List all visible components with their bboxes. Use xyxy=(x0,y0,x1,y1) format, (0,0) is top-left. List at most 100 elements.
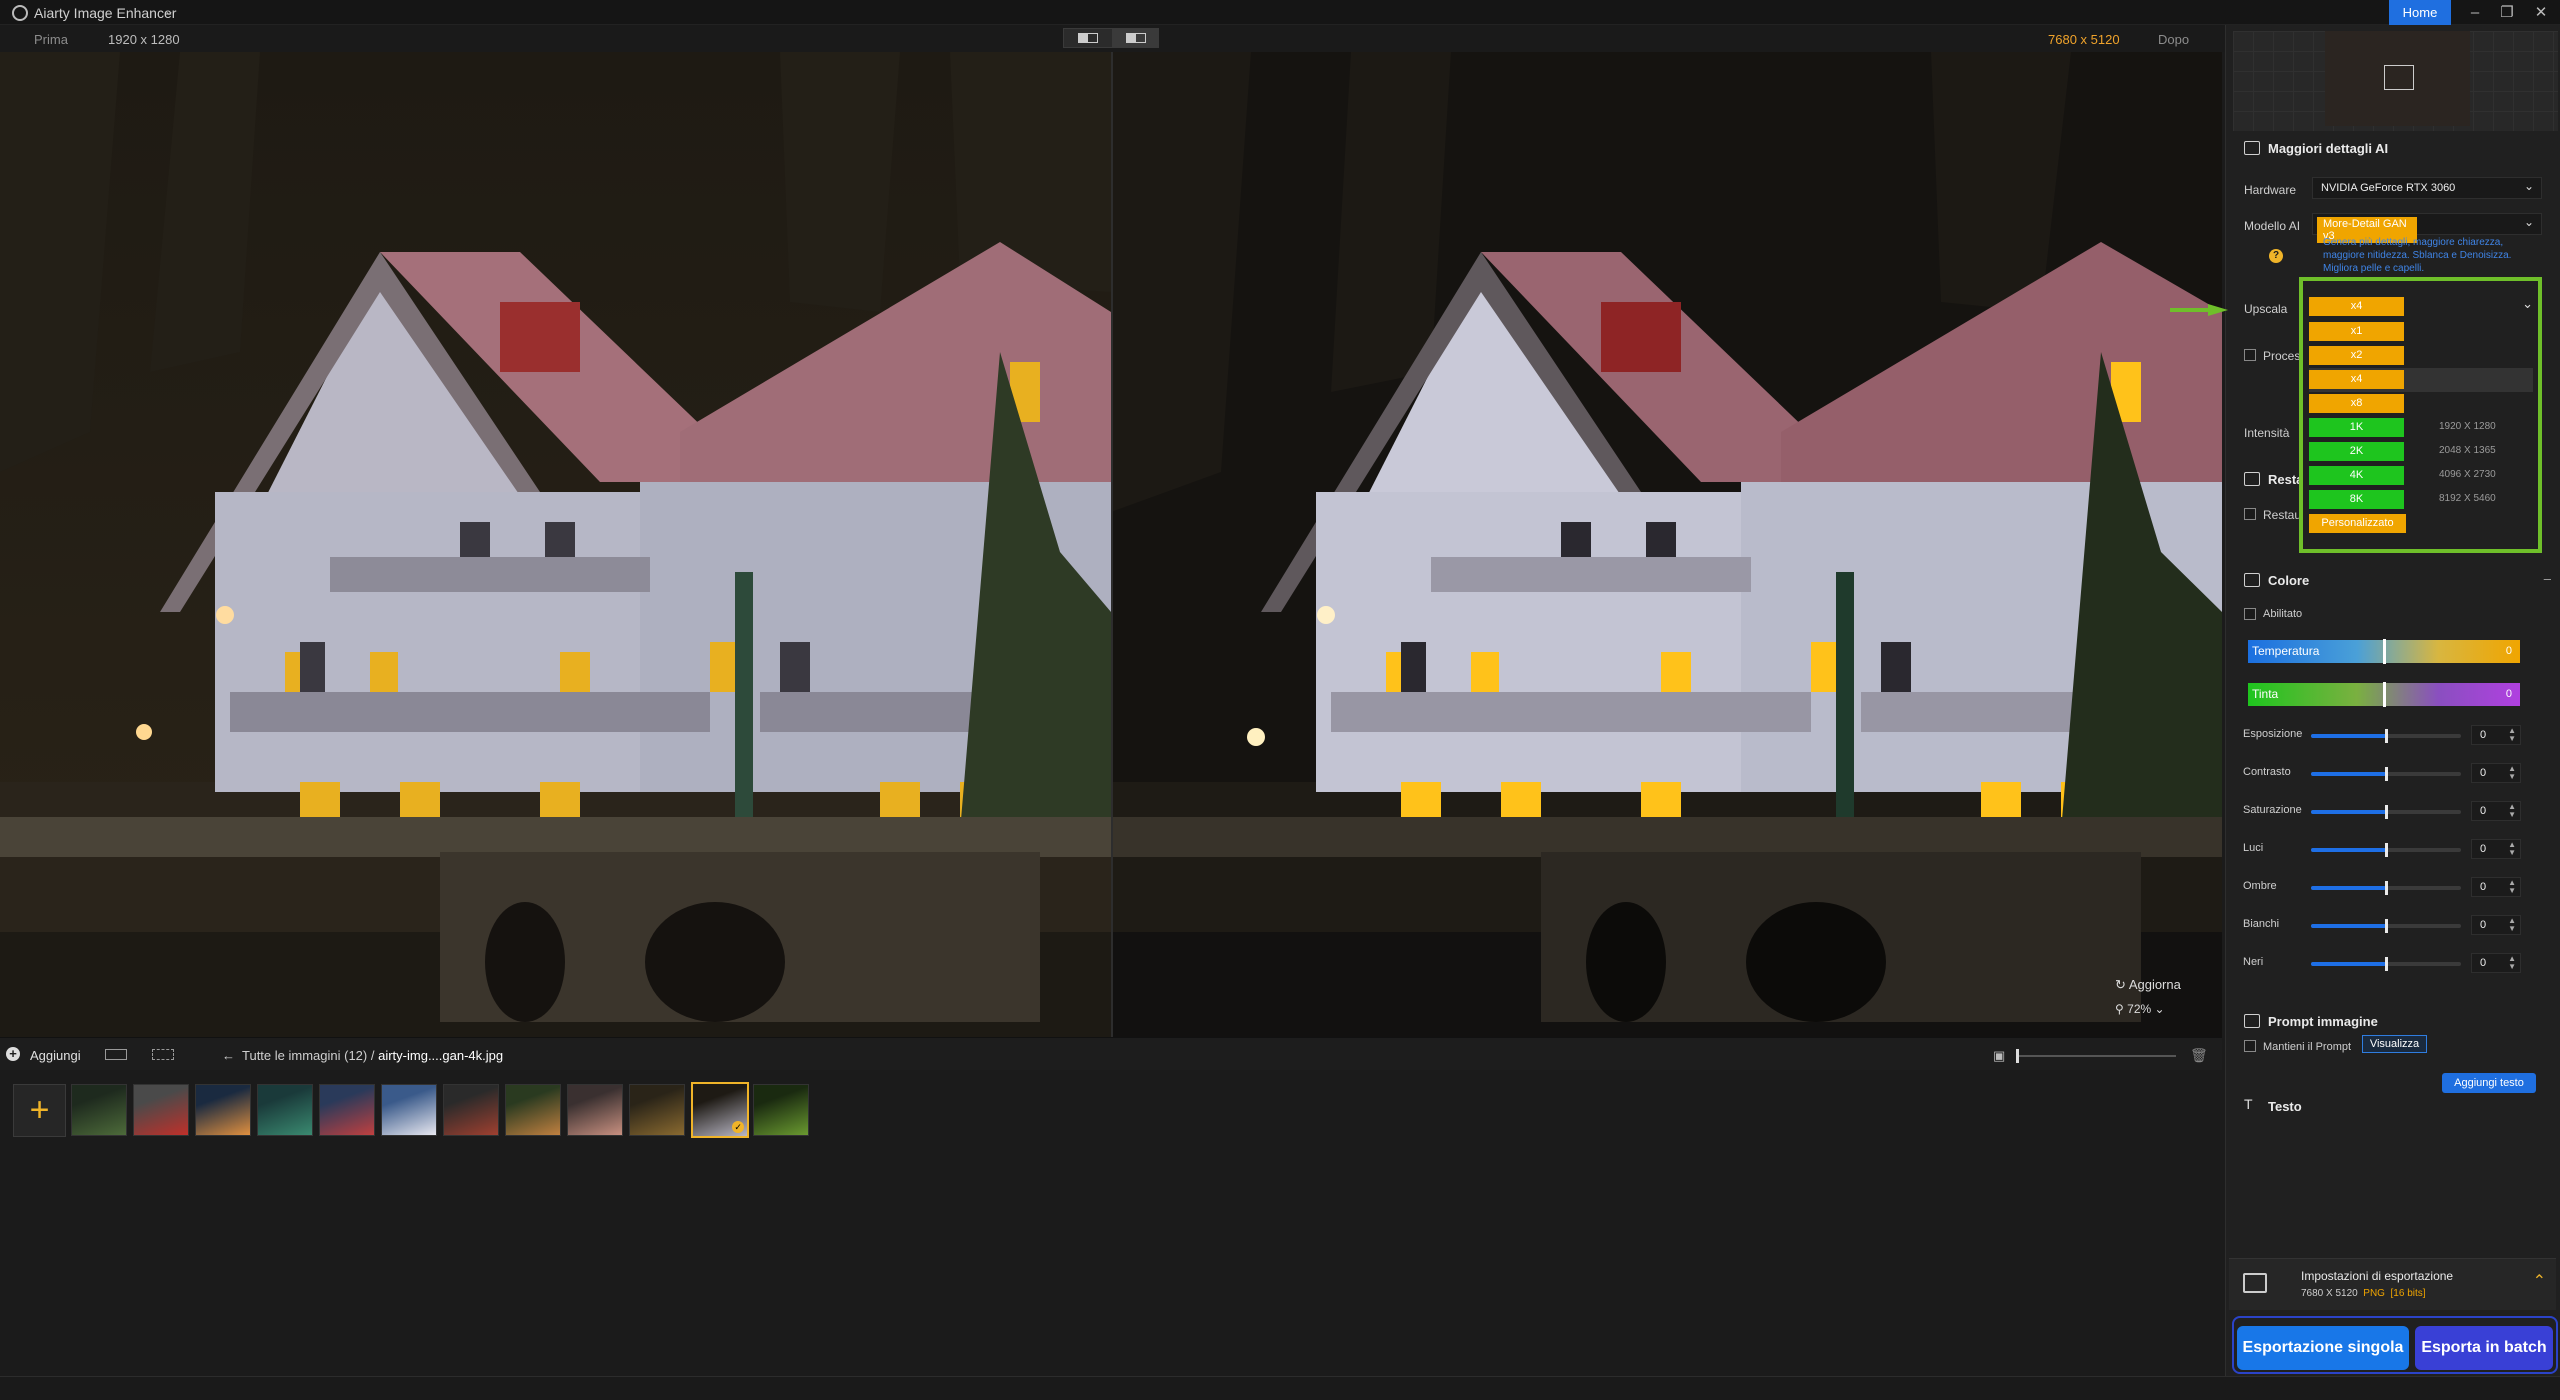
image-thumbnail[interactable] xyxy=(443,1084,500,1136)
image-thumbnail[interactable] xyxy=(319,1084,376,1136)
chevron-up-icon[interactable]: ⌃ xyxy=(2533,1271,2546,1291)
image-thumbnail[interactable]: ✓ xyxy=(691,1082,750,1138)
export-settings[interactable]: Impostazioni di esportazione 7680 X 5120… xyxy=(2229,1258,2556,1310)
image-thumbnail[interactable] xyxy=(753,1084,810,1136)
breadcrumb-all-images[interactable]: Tutte le immagini (12) xyxy=(242,1048,367,1063)
stepper-arrows-icon[interactable]: ▲ ▼ xyxy=(2508,917,2516,933)
slider-knob[interactable] xyxy=(2016,1049,2019,1063)
image-thumbnail[interactable] xyxy=(567,1084,624,1136)
process-checkbox[interactable] xyxy=(2244,349,2256,361)
stepper-arrows-icon[interactable]: ▲ ▼ xyxy=(2508,727,2516,743)
prompt-icon xyxy=(2244,1014,2260,1028)
image-thumbnail[interactable] xyxy=(505,1084,562,1136)
section-prompt-header[interactable]: Prompt immagine xyxy=(2226,1010,2560,1034)
adjustment-value-stepper[interactable]: 0 ▲ ▼ xyxy=(2471,877,2521,897)
adjustment-slider[interactable] xyxy=(2311,919,2461,933)
stepper-arrows-icon[interactable]: ▲ ▼ xyxy=(2508,879,2516,895)
collapse-icon[interactable]: – xyxy=(2544,571,2551,586)
back-arrow-icon[interactable]: ← xyxy=(222,1048,235,1063)
stepper-arrows-icon[interactable]: ▲ ▼ xyxy=(2508,841,2516,857)
temperature-knob[interactable] xyxy=(2383,639,2386,664)
adjustment-slider[interactable] xyxy=(2311,881,2461,895)
restore-checkbox[interactable] xyxy=(2244,508,2256,520)
add-image-tile[interactable]: + xyxy=(13,1084,66,1137)
adjustment-value-stepper[interactable]: 0 ▲ ▼ xyxy=(2471,953,2521,973)
slider-knob[interactable] xyxy=(2385,843,2388,857)
adjustment-value-stepper[interactable]: 0 ▲ ▼ xyxy=(2471,839,2521,859)
image-canvas[interactable]: ↻ Aggiorna ⚲ 72% ⌄ xyxy=(0,52,2222,1037)
model-select[interactable]: More-Detail GAN v3 ⌄ xyxy=(2312,213,2542,243)
maximize-icon[interactable]: ❐ xyxy=(2492,2,2522,24)
image-thumbnail[interactable] xyxy=(257,1084,314,1136)
adjustment-value-stepper[interactable]: 0 ▲ ▼ xyxy=(2471,801,2521,821)
zoom-icon: ⚲ xyxy=(2115,1002,2124,1016)
trash-icon[interactable]: 🗑 xyxy=(2190,1047,2208,1064)
upscale-selected[interactable]: x4 ⌄ xyxy=(2309,296,2533,316)
tint-slider[interactable]: Tinta 0 xyxy=(2248,682,2520,707)
split-view-icon[interactable] xyxy=(1064,29,1111,47)
upscale-option[interactable]: 4K 4096 X 2730 xyxy=(2309,464,2533,488)
refresh-button[interactable]: ↻ Aggiorna xyxy=(2115,977,2181,993)
section-color-header[interactable]: Colore – xyxy=(2226,569,2560,593)
add-icon[interactable]: + xyxy=(6,1047,20,1061)
list-view-icon[interactable] xyxy=(152,1049,174,1060)
app-menu-chevron-icon[interactable]: ⌄ xyxy=(164,4,174,18)
upscale-option[interactable]: x2 xyxy=(2309,344,2533,368)
upscale-option[interactable]: 8K 8192 X 5460 xyxy=(2309,488,2533,512)
keep-prompt-checkbox[interactable] xyxy=(2244,1040,2256,1052)
upscale-option[interactable]: Personalizzato xyxy=(2309,512,2533,536)
image-thumbnail[interactable] xyxy=(133,1084,189,1136)
stepper-arrows-icon[interactable]: ▲ ▼ xyxy=(2508,803,2516,819)
upscale-option[interactable]: x8 xyxy=(2309,392,2533,416)
slider-knob[interactable] xyxy=(2385,957,2388,971)
hardware-select[interactable]: NVIDIA GeForce RTX 3060 ⌄ xyxy=(2312,177,2542,199)
add-text-button[interactable]: Aggiungi testo xyxy=(2442,1073,2536,1093)
export-batch-button[interactable]: Esporta in batch xyxy=(2415,1326,2553,1370)
slider-knob[interactable] xyxy=(2385,919,2388,933)
adjustment-slider[interactable] xyxy=(2311,957,2461,971)
color-enabled-checkbox[interactable] xyxy=(2244,608,2256,620)
view-mode-toggle[interactable] xyxy=(1063,28,1159,48)
slider-knob[interactable] xyxy=(2385,767,2388,781)
side-by-side-view-icon[interactable] xyxy=(1112,29,1159,47)
minimize-icon[interactable]: – xyxy=(2460,2,2490,24)
temperature-slider[interactable]: Temperatura 0 xyxy=(2248,639,2520,664)
preview-viewport-frame[interactable] xyxy=(2384,65,2414,90)
section-ai-header[interactable]: Maggiori dettagli AI xyxy=(2226,137,2560,161)
adjustment-slider[interactable] xyxy=(2311,767,2461,781)
close-icon[interactable]: ✕ xyxy=(2526,2,2556,24)
upscale-option[interactable]: x4 xyxy=(2309,368,2533,392)
home-button[interactable]: Home xyxy=(2389,0,2451,25)
add-images-button[interactable]: Aggiungi xyxy=(30,1048,81,1063)
slider-knob[interactable] xyxy=(2385,729,2388,743)
stepper-arrows-icon[interactable]: ▲ ▼ xyxy=(2508,955,2516,971)
navigator-preview[interactable] xyxy=(2233,31,2558,131)
image-thumbnail[interactable] xyxy=(195,1084,252,1136)
slider-knob[interactable] xyxy=(2385,805,2388,819)
upscale-option[interactable]: x1 xyxy=(2309,320,2533,344)
zoom-control[interactable]: ⚲ 72% ⌄ xyxy=(2115,1002,2195,1024)
adjustment-value-stepper[interactable]: 0 ▲ ▼ xyxy=(2471,725,2521,745)
adjustment-value-stepper[interactable]: 0 ▲ ▼ xyxy=(2471,763,2521,783)
tint-knob[interactable] xyxy=(2383,682,2386,707)
grid-view-icon[interactable] xyxy=(105,1049,127,1060)
adjustment-slider[interactable] xyxy=(2311,729,2461,743)
image-thumbnail[interactable] xyxy=(629,1084,686,1136)
help-icon[interactable]: ? xyxy=(2269,249,2283,263)
compare-divider[interactable] xyxy=(1111,52,1113,1037)
zoom-chevron-icon[interactable]: ⌄ xyxy=(2155,1002,2165,1016)
adjustment-value-stepper[interactable]: 0 ▲ ▼ xyxy=(2471,915,2521,935)
upscale-option[interactable]: 2K 2048 X 1365 xyxy=(2309,440,2533,464)
section-text-header[interactable]: T Testo xyxy=(2226,1095,2560,1119)
stepper-arrows-icon[interactable]: ▲ ▼ xyxy=(2508,765,2516,781)
view-prompt-button[interactable]: Visualizza xyxy=(2362,1035,2427,1053)
image-thumbnail[interactable] xyxy=(381,1084,438,1136)
adjustment-slider[interactable] xyxy=(2311,843,2461,857)
upscale-option[interactable]: 1K 1920 X 1280 xyxy=(2309,416,2533,440)
thumbnail-size-slider[interactable] xyxy=(2016,1049,2176,1063)
export-single-button[interactable]: Esportazione singola xyxy=(2237,1326,2409,1370)
breadcrumb: ← Tutte le immagini (12) / airty-img....… xyxy=(222,1048,503,1063)
slider-knob[interactable] xyxy=(2385,881,2388,895)
image-thumbnail[interactable] xyxy=(71,1084,127,1136)
adjustment-slider[interactable] xyxy=(2311,805,2461,819)
